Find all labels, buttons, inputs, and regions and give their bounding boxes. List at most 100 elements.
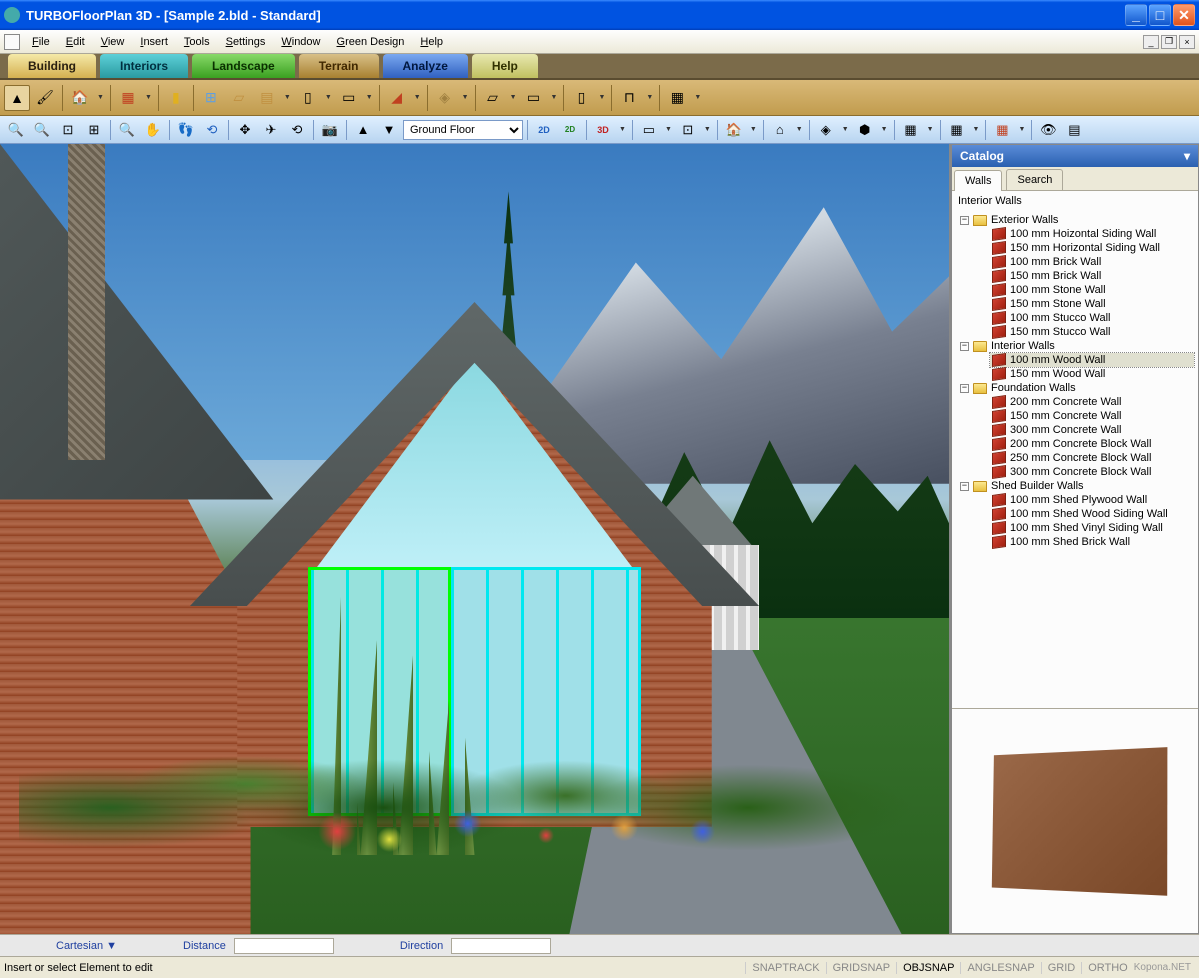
dropdown-arrow[interactable]: ▼: [840, 126, 851, 133]
ribbon-tab-terrain[interactable]: Terrain: [299, 54, 379, 78]
tree-item[interactable]: 100 mm Shed Vinyl Siding Wall: [990, 521, 1194, 535]
floor-down[interactable]: ▼: [377, 119, 401, 141]
3d-viewport[interactable]: [0, 144, 951, 934]
menu-green-design[interactable]: Green Design: [329, 34, 413, 50]
tree-group-exterior-walls[interactable]: −Exterior Walls: [960, 213, 1194, 227]
select-tool[interactable]: ▲: [4, 85, 30, 111]
distance-input[interactable]: [234, 938, 334, 954]
ribbon-tab-building[interactable]: Building: [8, 54, 96, 78]
tree-item[interactable]: 100 mm Shed Brick Wall: [990, 535, 1194, 549]
catalog-tab-walls[interactable]: Walls: [954, 170, 1002, 191]
catalog-tree[interactable]: −Exterior Walls100 mm Hoizontal Siding W…: [952, 211, 1198, 708]
dropdown-arrow[interactable]: ▼: [925, 126, 936, 133]
slab-tool[interactable]: ▭: [521, 85, 547, 111]
status-toggle-gridsnap[interactable]: GRIDSNAP: [826, 962, 896, 974]
roof-tool[interactable]: ◢: [384, 85, 410, 111]
paint-tool[interactable]: 🖌: [32, 85, 58, 111]
tree-item[interactable]: 150 mm Wood Wall: [990, 367, 1194, 381]
expander-icon[interactable]: −: [960, 384, 969, 393]
ribbon-tab-interiors[interactable]: Interiors: [100, 54, 188, 78]
cross-section[interactable]: ⊡: [676, 119, 700, 141]
dropdown-arrow[interactable]: ▼: [971, 126, 982, 133]
status-toggle-anglesnap[interactable]: ANGLESNAP: [960, 962, 1040, 974]
tree-item[interactable]: 200 mm Concrete Wall: [990, 395, 1194, 409]
zoom-fit[interactable]: ⊞: [82, 119, 106, 141]
elevation[interactable]: ▭: [637, 119, 661, 141]
expander-icon[interactable]: −: [960, 482, 969, 491]
dropdown-arrow[interactable]: ▼: [95, 94, 106, 101]
dropdown-arrow[interactable]: ▼: [692, 94, 703, 101]
dropdown-arrow[interactable]: ▼: [460, 94, 471, 101]
tree-item[interactable]: 300 mm Concrete Block Wall: [990, 465, 1194, 479]
material-tool[interactable]: ▦: [664, 85, 690, 111]
dropdown-arrow[interactable]: ▼: [663, 126, 674, 133]
close-button[interactable]: ✕: [1173, 4, 1195, 26]
view-3d[interactable]: 3D: [591, 119, 615, 141]
tree-group-foundation-walls[interactable]: −Foundation Walls: [960, 381, 1194, 395]
view-2d-designer[interactable]: 2D: [558, 119, 582, 141]
ceiling-tool[interactable]: ▭: [336, 85, 362, 111]
hidden-line[interactable]: ◈: [814, 119, 838, 141]
tree-group-shed-builder-walls[interactable]: −Shed Builder Walls: [960, 479, 1194, 493]
catalog-dropdown-icon[interactable]: ▾: [1184, 149, 1190, 163]
menu-tools[interactable]: Tools: [176, 34, 218, 50]
walk[interactable]: 👣: [174, 119, 198, 141]
look-around[interactable]: ✥: [233, 119, 257, 141]
foundation-tool[interactable]: ▱: [480, 85, 506, 111]
tree-item[interactable]: 150 mm Brick Wall: [990, 269, 1194, 283]
tree-item[interactable]: 100 mm Stucco Wall: [990, 311, 1194, 325]
dropdown-arrow[interactable]: ▼: [508, 94, 519, 101]
wall-tool[interactable]: ▦: [115, 85, 141, 111]
floor-up[interactable]: ▲: [351, 119, 375, 141]
dropdown-arrow[interactable]: ▼: [748, 126, 759, 133]
zoom-realtime[interactable]: 🔍: [115, 119, 139, 141]
reset-view[interactable]: ⟲: [285, 119, 309, 141]
properties[interactable]: ▤: [1062, 119, 1086, 141]
tree-item[interactable]: 300 mm Concrete Wall: [990, 423, 1194, 437]
expander-icon[interactable]: −: [960, 216, 969, 225]
zoom-in[interactable]: 🔍: [4, 119, 28, 141]
mdi-restore[interactable]: ❐: [1161, 35, 1177, 49]
tree-item[interactable]: 100 mm Shed Plywood Wall: [990, 493, 1194, 507]
house-wizard[interactable]: 🏠: [67, 85, 93, 111]
railing-tool[interactable]: ⊓: [616, 85, 642, 111]
status-toggle-objsnap[interactable]: OBJSNAP: [896, 962, 960, 974]
status-toggle-snaptrack[interactable]: SNAPTRACK: [745, 962, 825, 974]
floor-selector[interactable]: Ground Floor: [403, 120, 523, 140]
door-tool[interactable]: ▮: [163, 85, 189, 111]
dropdown-arrow[interactable]: ▼: [702, 126, 713, 133]
dropdown-arrow[interactable]: ▼: [412, 94, 423, 101]
zoom-out[interactable]: 🔍: [30, 119, 54, 141]
tree-group-interior-walls[interactable]: −Interior Walls: [960, 339, 1194, 353]
expander-icon[interactable]: −: [960, 342, 969, 351]
dropdown-arrow[interactable]: ▼: [323, 94, 334, 101]
dropdown-arrow[interactable]: ▼: [364, 94, 375, 101]
dropdown-arrow[interactable]: ▼: [794, 126, 805, 133]
dropdown-arrow[interactable]: ▼: [596, 94, 607, 101]
menu-edit[interactable]: Edit: [58, 34, 93, 50]
tree-item[interactable]: 100 mm Wood Wall: [990, 353, 1194, 367]
layers[interactable]: ▦: [990, 119, 1014, 141]
window-tool[interactable]: ⊞: [198, 85, 224, 111]
tree-item[interactable]: 150 mm Stucco Wall: [990, 325, 1194, 339]
shaded[interactable]: ⬢: [853, 119, 877, 141]
opening-tool[interactable]: ▱: [226, 85, 252, 111]
menu-help[interactable]: Help: [412, 34, 451, 50]
menu-settings[interactable]: Settings: [218, 34, 274, 50]
tree-item[interactable]: 100 mm Stone Wall: [990, 283, 1194, 297]
menu-window[interactable]: Window: [273, 34, 328, 50]
status-toggle-grid[interactable]: GRID: [1041, 962, 1082, 974]
ribbon-tab-landscape[interactable]: Landscape: [192, 54, 295, 78]
ribbon-tab-analyze[interactable]: Analyze: [383, 54, 468, 78]
menu-file[interactable]: File: [24, 34, 58, 50]
floor-tool[interactable]: ◈: [432, 85, 458, 111]
mdi-icon[interactable]: [4, 34, 20, 50]
mdi-close[interactable]: ×: [1179, 35, 1195, 49]
tree-item[interactable]: 100 mm Brick Wall: [990, 255, 1194, 269]
tree-item[interactable]: 150 mm Horizontal Siding Wall: [990, 241, 1194, 255]
dropdown-arrow[interactable]: ▼: [644, 94, 655, 101]
status-toggle-ortho[interactable]: ORTHO: [1081, 962, 1134, 974]
stairs-tool[interactable]: ▤: [254, 85, 280, 111]
ribbon-tab-help[interactable]: Help: [472, 54, 538, 78]
tree-item[interactable]: 150 mm Stone Wall: [990, 297, 1194, 311]
